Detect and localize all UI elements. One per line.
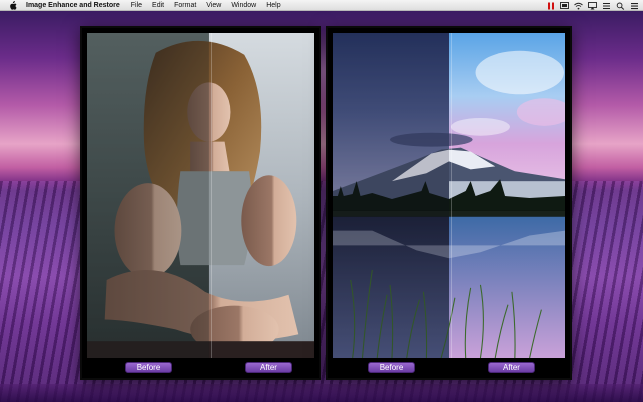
landscape-window[interactable]: Before After bbox=[326, 26, 572, 380]
before-after-divider[interactable] bbox=[451, 33, 452, 358]
menu-edit[interactable]: Edit bbox=[152, 0, 164, 11]
after-button[interactable]: After bbox=[488, 362, 535, 373]
apple-icon[interactable] bbox=[9, 0, 17, 10]
before-after-divider[interactable] bbox=[211, 33, 212, 358]
menu-format[interactable]: Format bbox=[174, 0, 196, 11]
landscape-photo[interactable] bbox=[333, 33, 565, 358]
menu-bar: Image Enhance and Restore File Edit Form… bbox=[0, 0, 643, 11]
portrait-photo[interactable] bbox=[87, 33, 314, 358]
before-button[interactable]: Before bbox=[125, 362, 172, 373]
menu-icon[interactable] bbox=[630, 2, 639, 10]
cast-icon[interactable] bbox=[560, 1, 569, 10]
stop-icon[interactable] bbox=[546, 2, 555, 10]
menu-file[interactable]: File bbox=[131, 0, 142, 11]
menu-view[interactable]: View bbox=[206, 0, 221, 11]
before-button[interactable]: Before bbox=[368, 362, 415, 373]
app-menu[interactable]: Image Enhance and Restore bbox=[26, 0, 120, 11]
search-icon[interactable] bbox=[616, 2, 625, 10]
status-area bbox=[546, 0, 639, 11]
portrait-window[interactable]: Before After bbox=[80, 26, 321, 380]
menu-help[interactable]: Help bbox=[266, 0, 280, 11]
landscape-image bbox=[333, 33, 565, 358]
portrait-image bbox=[87, 33, 314, 358]
wifi-icon[interactable] bbox=[574, 2, 583, 10]
dock-area bbox=[0, 384, 643, 402]
after-button[interactable]: After bbox=[245, 362, 292, 373]
airplay-icon[interactable] bbox=[588, 1, 597, 10]
list-icon[interactable] bbox=[602, 2, 611, 10]
menu-window[interactable]: Window bbox=[231, 0, 256, 11]
